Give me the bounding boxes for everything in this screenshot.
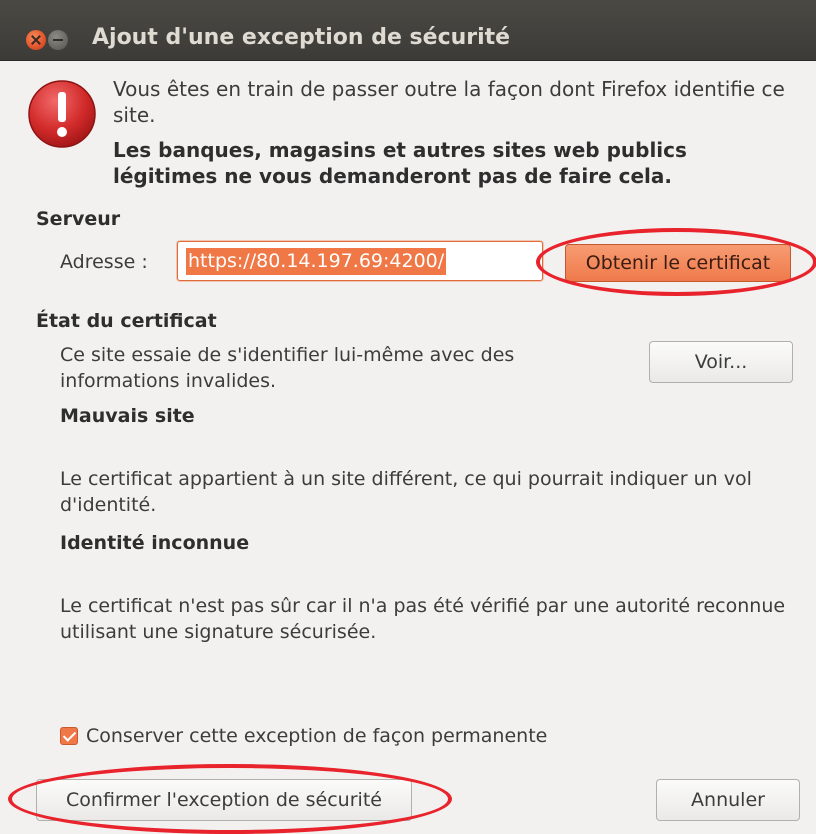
cert-status-heading: État du certificat — [36, 310, 217, 332]
server-heading: Serveur — [36, 208, 121, 230]
permanent-checkbox[interactable] — [60, 727, 78, 745]
address-value: https://80.14.197.69:4200/ — [186, 248, 447, 275]
confirm-exception-button[interactable]: Confirmer l'exception de sécurité — [36, 779, 412, 821]
bad-site-text: Le certificat appartient à un site diffé… — [60, 468, 752, 516]
unknown-identity-heading: Identité inconnue — [60, 532, 250, 554]
window-title: Ajout d'une exception de sécurité — [92, 25, 511, 50]
intro-warning-text: Les banques, magasins et autres sites we… — [113, 138, 687, 188]
close-icon[interactable] — [26, 30, 46, 50]
address-input[interactable]: https://80.14.197.69:4200/ — [177, 241, 543, 281]
title-bar: Ajout d'une exception de sécurité — [0, 0, 816, 61]
intro-text: Vous êtes en train de passer outre la fa… — [113, 77, 785, 127]
minimize-icon[interactable] — [48, 30, 68, 50]
address-label: Adresse : — [60, 251, 148, 273]
bad-site-heading: Mauvais site — [60, 405, 195, 427]
unknown-identity-text: Le certificat n'est pas sûr car il n'a p… — [60, 595, 786, 643]
permanent-checkbox-label[interactable]: Conserver cette exception de façon perma… — [86, 723, 547, 749]
warning-icon — [28, 80, 96, 148]
get-certificate-button[interactable]: Obtenir le certificat — [565, 244, 791, 282]
cert-status-text: Ce site essaie de s'identifier lui-même … — [60, 344, 515, 392]
view-button[interactable]: Voir... — [649, 341, 793, 383]
cancel-button[interactable]: Annuler — [656, 779, 800, 821]
